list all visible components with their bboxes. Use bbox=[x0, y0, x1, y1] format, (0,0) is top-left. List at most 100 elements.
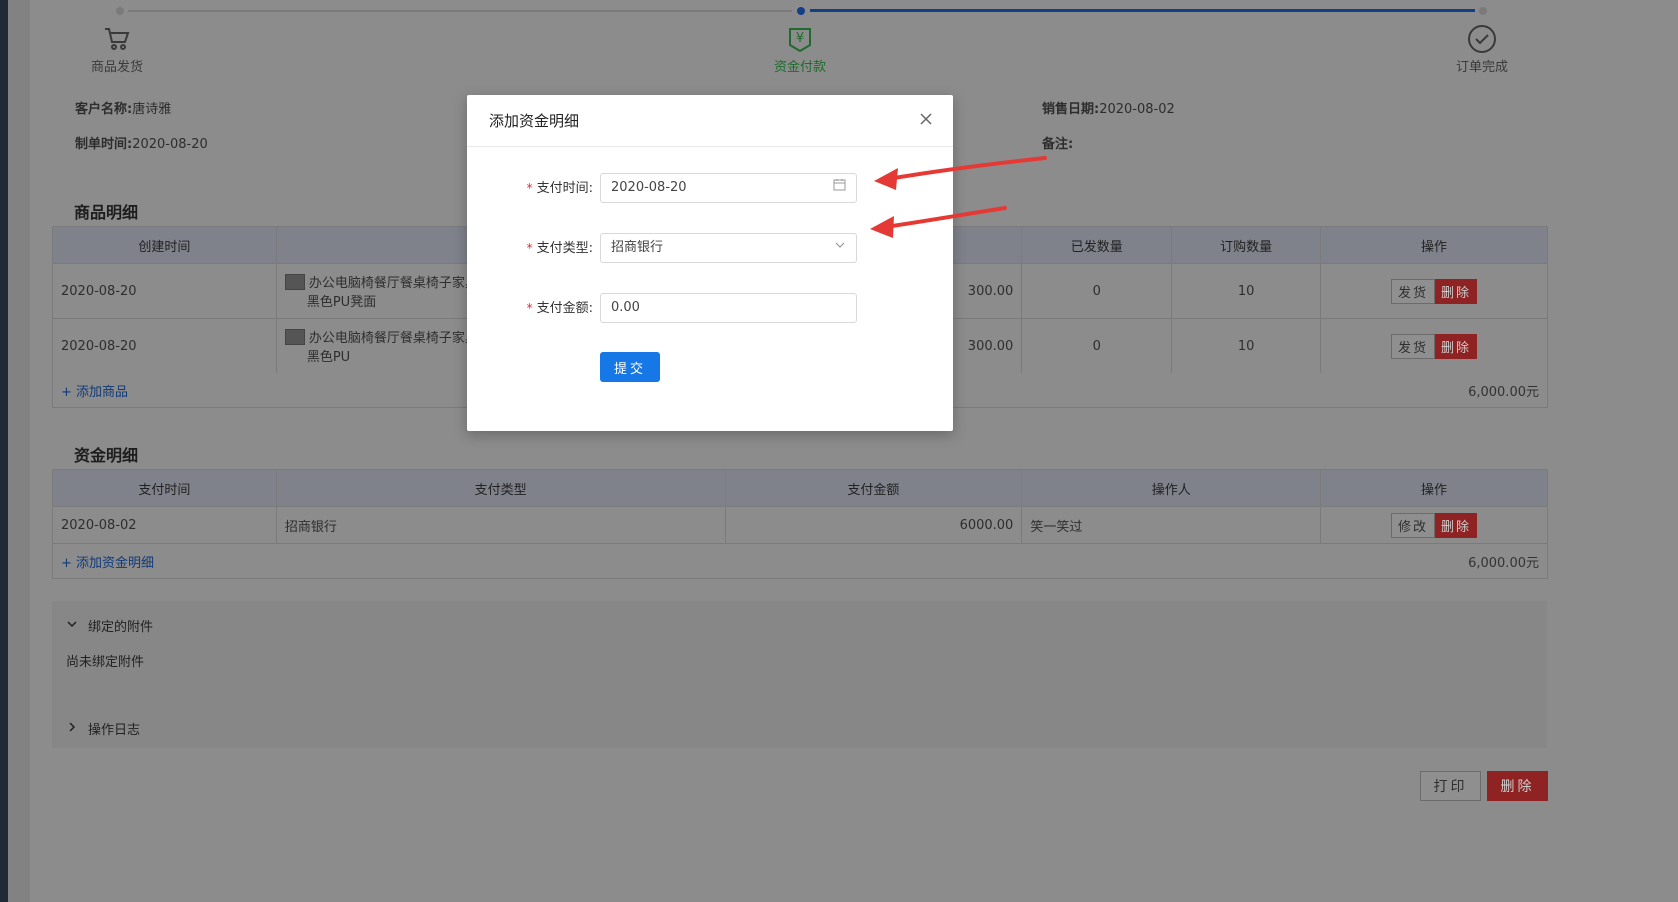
attachments-panel: 绑定的附件 尚未绑定附件 操作日志 bbox=[52, 601, 1547, 748]
delete-button[interactable]: 删除 bbox=[1435, 333, 1478, 359]
col-header: 已发数量 bbox=[1021, 226, 1173, 264]
check-circle-icon bbox=[1427, 22, 1537, 56]
step-label: 订单完成 bbox=[1455, 60, 1508, 75]
attachments-header[interactable]: 绑定的附件 bbox=[66, 616, 153, 635]
required-mark: * bbox=[526, 181, 533, 195]
goods-section-title: 商品明细 bbox=[74, 203, 139, 222]
step-dot-1 bbox=[116, 7, 124, 15]
required-mark: * bbox=[526, 301, 533, 315]
funds-total: 6,000.00元 bbox=[1468, 555, 1539, 571]
svg-text:¥: ¥ bbox=[796, 31, 804, 46]
sidebar-edge bbox=[0, 0, 8, 902]
created-value: 2020-08-20 bbox=[132, 137, 208, 152]
col-header: 操作 bbox=[1320, 469, 1548, 507]
pay-time-field: * 支付时间: 2020-08-20 bbox=[467, 173, 953, 203]
created-info: 制单时间:2020-08-20 bbox=[75, 133, 208, 152]
chair-thumbnail-icon bbox=[284, 273, 305, 290]
pay-type-label-text: 支付类型: bbox=[536, 241, 593, 256]
step-shipping[interactable]: 商品发货 bbox=[62, 22, 172, 75]
sale-date-label: 销售日期: bbox=[1042, 102, 1100, 117]
cell-pay-type: 招商银行 bbox=[275, 506, 726, 544]
pay-time-input[interactable]: 2020-08-20 bbox=[600, 173, 857, 203]
cell-pay-date: 2020-08-02 bbox=[52, 506, 277, 544]
cell-date: 2020-08-20 bbox=[52, 263, 277, 319]
attachments-title: 绑定的附件 bbox=[88, 620, 154, 635]
step-label: 资金付款 bbox=[773, 60, 826, 75]
pay-time-label: * 支付时间: bbox=[527, 173, 593, 203]
step-payment[interactable]: ¥ 资金付款 bbox=[745, 22, 855, 75]
pay-amount-value: 0.00 bbox=[611, 300, 640, 315]
cell-actions: 发货 删除 bbox=[1320, 263, 1548, 319]
pay-amount-label: * 支付金额: bbox=[527, 293, 593, 323]
modal-header: 添加资金明细 bbox=[467, 95, 953, 147]
cell-actions: 修改 删除 bbox=[1320, 506, 1548, 544]
funds-section-title: 资金明细 bbox=[74, 446, 139, 465]
log-header[interactable]: 操作日志 bbox=[66, 719, 140, 738]
step-dot-3 bbox=[1479, 7, 1487, 15]
cell-sent: 0 bbox=[1021, 263, 1173, 319]
chevron-down-icon bbox=[834, 234, 846, 262]
log-title: 操作日志 bbox=[88, 723, 141, 738]
product-name: 办公电脑椅餐厅餐桌椅子家具 bbox=[308, 276, 478, 291]
delete-button[interactable]: 删除 bbox=[1435, 278, 1478, 304]
pay-time-label-text: 支付时间: bbox=[536, 181, 593, 196]
col-header: 操作 bbox=[1320, 226, 1548, 264]
customer-label: 客户名称: bbox=[75, 102, 133, 117]
submit-button[interactable]: 提交 bbox=[600, 352, 660, 382]
step-dot-2 bbox=[797, 7, 805, 15]
cart-icon bbox=[62, 22, 172, 56]
pay-amount-input[interactable]: 0.00 bbox=[600, 293, 857, 323]
close-icon[interactable] bbox=[919, 112, 933, 130]
cell-date: 2020-08-20 bbox=[52, 318, 277, 374]
step-label: 商品发货 bbox=[90, 60, 143, 75]
sale-date-info: 销售日期:2020-08-02 bbox=[1042, 98, 1175, 117]
cell-actions: 发货 删除 bbox=[1320, 318, 1548, 374]
add-goods-link[interactable]: + 添加商品 bbox=[61, 381, 128, 400]
ship-button[interactable]: 发货 bbox=[1391, 278, 1436, 304]
sale-date-value: 2020-08-02 bbox=[1099, 102, 1175, 117]
chair-thumbnail-icon bbox=[284, 328, 305, 345]
cell-ordered: 10 bbox=[1171, 318, 1322, 374]
customer-value: 唐诗雅 bbox=[132, 102, 172, 117]
table-row: 2020-08-02 招商银行 6000.00 笑一笑过 修改 删除 bbox=[52, 506, 1548, 544]
edit-button[interactable]: 修改 bbox=[1391, 512, 1436, 538]
col-header: 支付金额 bbox=[724, 469, 1023, 507]
cell-operator: 笑一笑过 bbox=[1021, 506, 1322, 544]
step-complete[interactable]: 订单完成 bbox=[1427, 22, 1537, 75]
pay-time-value: 2020-08-20 bbox=[611, 180, 687, 195]
goods-total: 6,000.00元 bbox=[1468, 384, 1539, 400]
funds-header-row: 支付时间 支付类型 支付金额 操作人 操作 bbox=[52, 469, 1548, 507]
col-header: 支付类型 bbox=[275, 469, 726, 507]
cell-sent: 0 bbox=[1021, 318, 1173, 374]
customer-info: 客户名称:唐诗雅 bbox=[75, 98, 171, 117]
sidebar-gutter bbox=[8, 0, 30, 902]
bottom-delete-button[interactable]: 删除 bbox=[1487, 771, 1548, 801]
col-header: 操作人 bbox=[1021, 469, 1322, 507]
pay-type-value: 招商银行 bbox=[611, 240, 664, 255]
col-header: 支付时间 bbox=[52, 469, 277, 507]
created-label: 制单时间: bbox=[75, 137, 133, 152]
pay-amount-field: * 支付金额: 0.00 bbox=[467, 293, 953, 323]
required-mark: * bbox=[526, 241, 533, 255]
attachments-empty-text: 尚未绑定附件 bbox=[66, 655, 145, 670]
delete-button[interactable]: 删除 bbox=[1435, 512, 1478, 538]
cell-amount: 6000.00 bbox=[724, 506, 1023, 544]
modal-title: 添加资金明细 bbox=[489, 112, 580, 130]
calendar-icon bbox=[833, 174, 846, 202]
chevron-down-icon bbox=[66, 618, 78, 634]
pay-type-label: * 支付类型: bbox=[527, 233, 593, 263]
cell-ordered: 10 bbox=[1171, 263, 1322, 319]
pay-amount-label-text: 支付金额: bbox=[536, 301, 593, 316]
steps-line-pending bbox=[128, 10, 792, 12]
ship-button[interactable]: 发货 bbox=[1391, 333, 1436, 359]
add-funds-modal: 添加资金明细 * 支付时间: 2020-08-20 * 支付类型: 招商银行 * 支付… bbox=[467, 95, 953, 431]
note-info: 备注: bbox=[1042, 133, 1073, 152]
yen-payment-icon: ¥ bbox=[745, 22, 855, 56]
funds-table: 支付时间 支付类型 支付金额 操作人 操作 2020-08-02 招商银行 60… bbox=[52, 469, 1548, 544]
steps-line-done bbox=[810, 9, 1475, 12]
pay-type-select[interactable]: 招商银行 bbox=[600, 233, 857, 263]
col-header: 订购数量 bbox=[1171, 226, 1322, 264]
attachments-empty: 尚未绑定附件 bbox=[66, 651, 144, 670]
add-funds-link[interactable]: + 添加资金明细 bbox=[61, 552, 154, 571]
print-button[interactable]: 打印 bbox=[1420, 771, 1481, 801]
